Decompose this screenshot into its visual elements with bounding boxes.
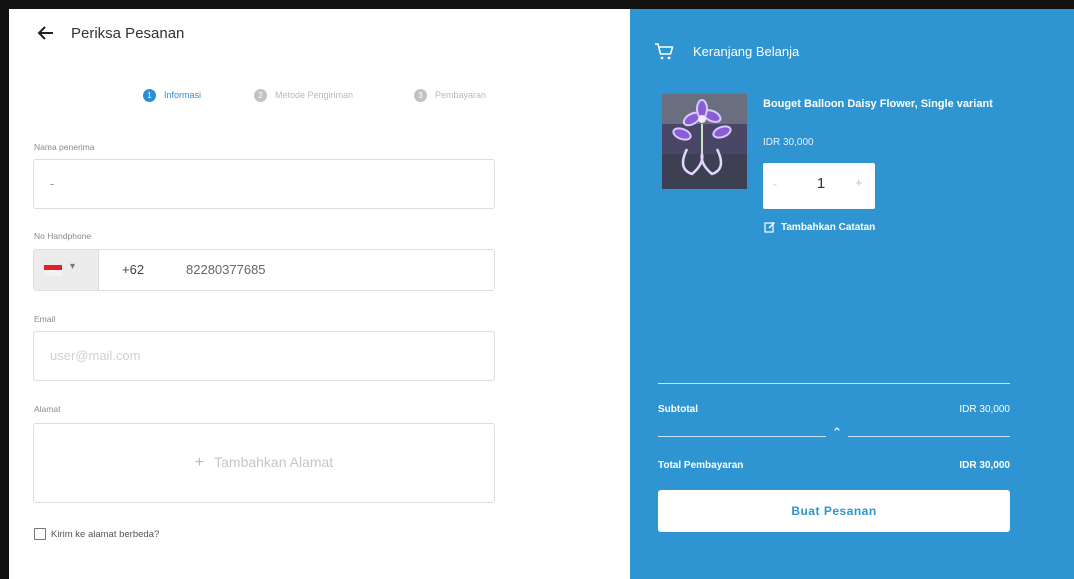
add-address-label: Tambahkan Alamat (214, 454, 334, 470)
email-label: Email (34, 314, 56, 324)
total-label: Total Pembayaran (658, 460, 744, 471)
summary-divider (658, 383, 1010, 384)
different-address-label: Kirim ke alamat berbeda? (51, 528, 160, 540)
chevron-up-icon[interactable]: ⌃ (826, 425, 848, 441)
address-box: + Tambahkan Alamat (33, 423, 495, 503)
chevron-down-icon: ▾ (70, 261, 76, 272)
phone-field: ▾ +62 82280377685 (33, 249, 495, 291)
arrow-left-icon[interactable] (36, 23, 58, 45)
add-note-label: Tambahkan Catatan (781, 221, 876, 233)
recipient-name-input[interactable]: - (33, 159, 495, 209)
quantity-stepper: - 1 + (763, 163, 875, 209)
cart-icon (653, 41, 675, 61)
subtotal-label: Subtotal (658, 404, 698, 415)
different-address-checkbox[interactable] (34, 528, 46, 540)
plus-icon: + (194, 454, 205, 471)
quantity-decrement-button[interactable]: - (773, 177, 777, 191)
email-field[interactable]: user@mail.com (33, 331, 495, 381)
window-frame-top (0, 0, 1074, 9)
quantity-increment-button[interactable]: + (855, 175, 863, 190)
step-label: Pembayaran (435, 90, 487, 100)
product-price: IDR 30,000 (763, 137, 814, 148)
country-selector[interactable]: ▾ (34, 250, 99, 290)
product-name: Bouget Balloon Daisy Flower, Single vari… (763, 98, 993, 110)
step-pembayaran[interactable]: 3 Pembayaran (414, 85, 486, 105)
recipient-label: Nama penerima (34, 142, 95, 152)
step-number-badge: 3 (414, 88, 427, 102)
subtotal-value: IDR 30,000 (959, 404, 1010, 415)
step-label: Informasi (164, 90, 202, 100)
step-label: Metode Pengiriman (275, 90, 354, 100)
phone-label: No Handphone (34, 231, 92, 241)
checkout-steps: 1 Informasi 2 Metode Pengiriman 3 Pembay… (9, 85, 630, 105)
cart-title: Keranjang Belanja (693, 44, 800, 59)
step-informasi[interactable]: 1 Informasi (143, 85, 201, 105)
email-placeholder: user@mail.com (50, 348, 141, 363)
cart-panel: Keranjang Belanja Bouget Balloon Daisy F… (630, 9, 1074, 579)
add-address-button[interactable]: + Tambahkan Alamat (34, 454, 494, 472)
phone-number-input[interactable]: 82280377685 (186, 262, 266, 277)
quantity-value[interactable]: 1 (813, 175, 829, 192)
recipient-name-value: - (50, 176, 55, 191)
dial-code: +62 (122, 262, 145, 277)
edit-icon (764, 221, 776, 233)
add-note-link[interactable]: Tambahkan Catatan (764, 221, 875, 233)
step-metode-pengiriman[interactable]: 2 Metode Pengiriman (254, 85, 353, 105)
indonesia-flag-icon (44, 265, 62, 276)
place-order-button[interactable]: Buat Pesanan (658, 490, 1010, 532)
total-value: IDR 30,000 (959, 460, 1010, 471)
product-image (662, 94, 747, 189)
step-number-badge: 2 (254, 88, 267, 102)
different-address-option[interactable]: Kirim ke alamat berbeda? (34, 528, 159, 540)
page-title: Periksa Pesanan (71, 25, 185, 42)
address-label: Alamat (34, 404, 61, 414)
window-frame-left (0, 9, 9, 579)
step-number-badge: 1 (143, 88, 156, 102)
checkout-form-panel: Periksa Pesanan 1 Informasi 2 Metode Pen… (9, 9, 630, 579)
